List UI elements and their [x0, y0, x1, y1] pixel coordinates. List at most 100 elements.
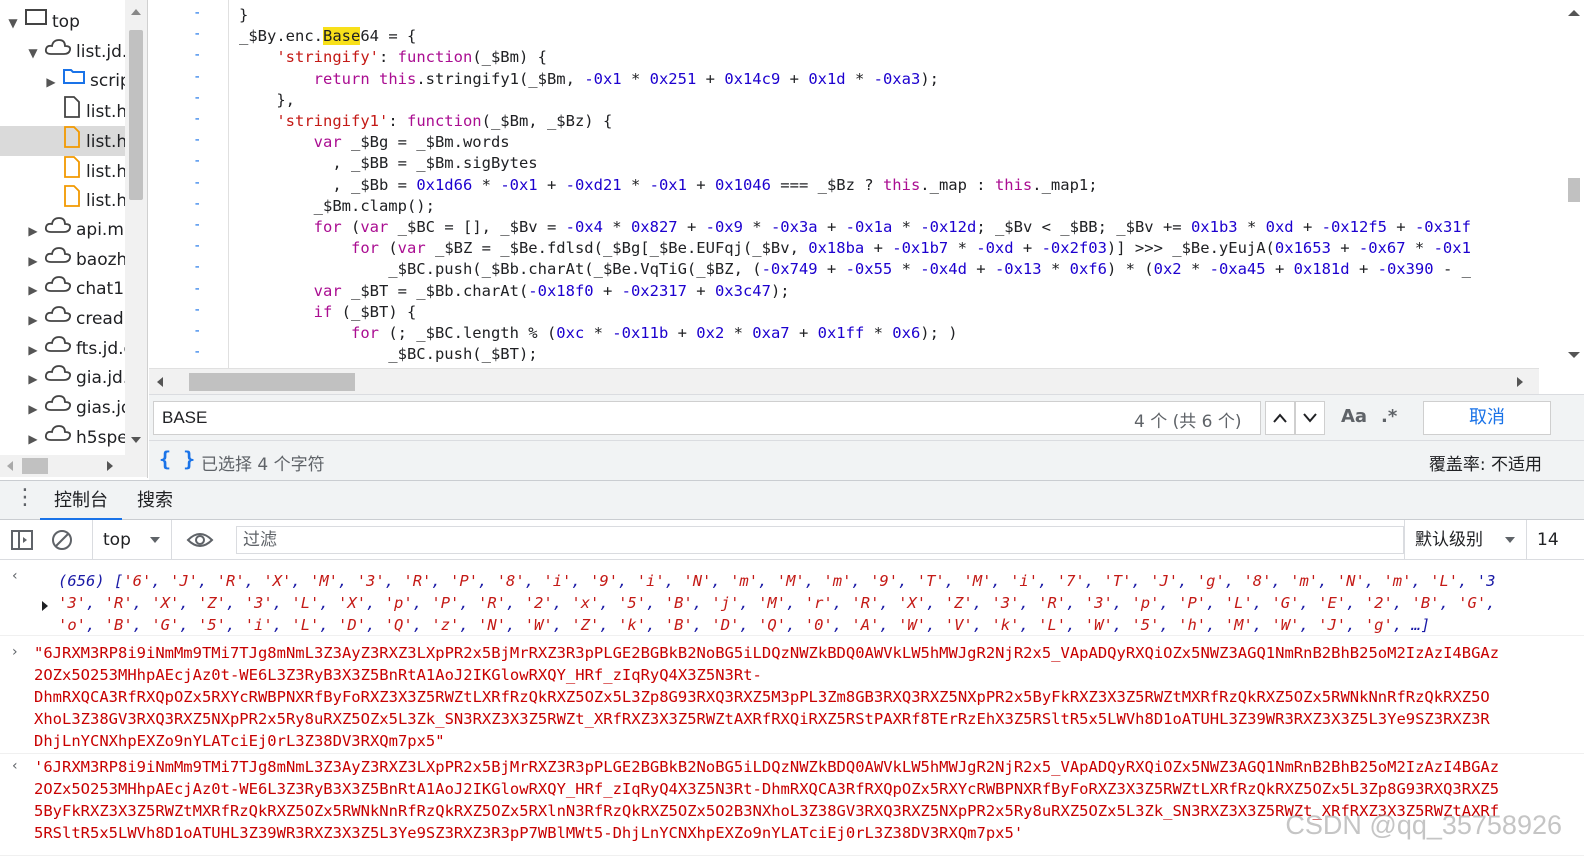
- tree-item[interactable]: ▶ scrip: [0, 66, 131, 97]
- file-tree: ▼ top ▼ list.jd.c ▶ scrip list.h list.h list.h li…: [0, 0, 148, 478]
- collapsed-arrow-icon[interactable]: ▶: [26, 216, 40, 246]
- match-case-button[interactable]: Aa: [1341, 406, 1367, 427]
- expanded-arrow-icon[interactable]: ▼: [26, 38, 40, 68]
- scroll-up-icon[interactable]: [130, 8, 142, 16]
- tab-console[interactable]: 控制台: [40, 481, 122, 521]
- code-line: return this.stringify1(_$Bm, -0x1 * 0x25…: [313, 69, 939, 88]
- watermark: CSDN @qq_35758926: [1285, 810, 1562, 840]
- tree-item[interactable]: ▶ fts.jd.c: [0, 334, 133, 365]
- eye-icon[interactable]: [186, 528, 214, 552]
- tree-item[interactable]: list.h: [0, 125, 128, 158]
- expanded-arrow-icon[interactable]: ▼: [6, 8, 20, 38]
- collapsed-arrow-icon[interactable]: ▶: [26, 335, 40, 365]
- tree-scroll-thumb[interactable]: [129, 30, 143, 200]
- tree-item-label: top: [52, 12, 80, 32]
- code-line: 'stringify1': function(_$Bm, _$Bz) {: [276, 112, 613, 130]
- script-file-icon: [62, 155, 82, 188]
- tree-item-label: chat1.: [76, 279, 130, 300]
- scroll-right-icon[interactable]: [106, 460, 114, 472]
- tree-item[interactable]: ▶ chat1.: [0, 274, 130, 305]
- scroll-left-icon[interactable]: [6, 460, 14, 472]
- scroll-up-icon[interactable]: [1566, 8, 1582, 18]
- tree-item[interactable]: ▶ gias.jd: [0, 393, 132, 424]
- tree-item[interactable]: ▶ baozh: [0, 245, 127, 276]
- issues-count[interactable]: 14: [1526, 520, 1584, 560]
- console-message-array[interactable]: ‹ (656) ['6', 'J', 'R', 'X', 'M', '3', '…: [0, 564, 1584, 636]
- code-line: _$By.enc.Base64 = {: [239, 27, 417, 46]
- code-line: _$BC.push(_$Bb.charAt(_$Be.VqTiG(_$BZ, (…: [239, 260, 1471, 279]
- line-gutter: - - - - - - - - - - - - - - - - -: [149, 0, 229, 368]
- code-line: }: [239, 6, 249, 24]
- expand-arrow-icon[interactable]: [40, 600, 50, 612]
- prev-match-button[interactable]: [1265, 401, 1295, 435]
- selection-info: 已选择 4 个字符: [201, 455, 325, 475]
- input-arrow-icon: ›: [12, 644, 18, 660]
- dropdown-arrow-icon: [1505, 537, 1515, 543]
- collapsed-arrow-icon[interactable]: ▶: [44, 67, 58, 97]
- tree-hscroll-thumb[interactable]: [22, 458, 48, 474]
- tree-item[interactable]: ▶ h5spe: [0, 423, 128, 454]
- line-marker: -: [193, 280, 202, 297]
- tree-item[interactable]: ▶ cread.: [0, 304, 129, 335]
- chevron-up-icon: [1273, 413, 1287, 423]
- editor-scroll-thumb[interactable]: [1568, 178, 1580, 202]
- code-editor[interactable]: - - - - - - - - - - - - - - - - - } _$By.enc.Base64 = { '…: [149, 0, 1584, 368]
- filter-input[interactable]: 过滤: [236, 526, 1404, 554]
- collapsed-arrow-icon[interactable]: ▶: [26, 275, 40, 305]
- collapsed-arrow-icon[interactable]: ▶: [26, 246, 40, 276]
- line-marker: -: [193, 259, 202, 276]
- code-line: , _$BB = _$Bm.sigBytes: [239, 154, 538, 173]
- tree-horizontal-scrollbar[interactable]: [0, 455, 147, 477]
- log-level-select[interactable]: 默认级别: [1404, 520, 1524, 560]
- tree-item[interactable]: ▼ list.jd.c: [0, 37, 137, 68]
- cancel-button[interactable]: 取消: [1423, 401, 1551, 435]
- search-input[interactable]: BASE: [153, 401, 1261, 435]
- tree-item-label: list.h: [86, 131, 128, 152]
- line-marker: -: [193, 111, 202, 127]
- clear-console-icon[interactable]: [50, 528, 76, 552]
- sidebar-toggle-icon[interactable]: [10, 528, 36, 552]
- code-line: for (; _$BC.length % (0xc * -0x11b + 0x2…: [350, 324, 958, 342]
- tree-item[interactable]: ▶ gia.jd.: [0, 363, 128, 394]
- tree-vertical-scrollbar[interactable]: [125, 0, 147, 455]
- tree-item[interactable]: ▶ api.m.: [0, 215, 129, 246]
- context-select[interactable]: top: [92, 520, 172, 560]
- collapsed-arrow-icon[interactable]: ▶: [26, 364, 40, 394]
- editor-vertical-scrollbar[interactable]: [1536, 0, 1584, 368]
- result-arrow-icon: ‹: [12, 758, 18, 774]
- scroll-down-icon[interactable]: [1566, 350, 1582, 360]
- cloud-icon: [44, 393, 72, 423]
- tree-item-label: h5spe: [76, 427, 128, 448]
- tree-item[interactable]: list.h: [0, 185, 127, 215]
- code-area[interactable]: } _$By.enc.Base64 = { 'stringify': functi…: [239, 0, 1529, 368]
- result-arrow-icon: ‹: [12, 568, 18, 584]
- collapsed-arrow-icon[interactable]: ▶: [26, 305, 40, 335]
- tree-item[interactable]: list.h: [0, 155, 127, 188]
- folder-icon: [62, 66, 86, 96]
- dropdown-arrow-icon: [150, 537, 160, 543]
- console-message-string[interactable]: › "6JRXM3RP8i9iNmMm9TMi7TJg8mNmL3Z3AyZ3R…: [0, 640, 1584, 754]
- pretty-print-icon[interactable]: { }: [159, 447, 195, 471]
- string-line: DhjLnYCNXhpEXZo9nYLATciEj0rL3Z38DV3RXQm7…: [34, 732, 445, 750]
- line-marker: -: [193, 344, 202, 361]
- collapsed-arrow-icon[interactable]: ▶: [26, 394, 40, 424]
- drawer-menu-icon[interactable]: ⋮: [14, 485, 36, 510]
- script-file-icon: [62, 125, 82, 158]
- cloud-icon: [44, 304, 72, 334]
- collapsed-arrow-icon[interactable]: ▶: [26, 424, 40, 454]
- scroll-down-icon[interactable]: [130, 436, 142, 444]
- editor-status-bar: { } 已选择 4 个字符 覆盖率: 不适用: [149, 440, 1584, 480]
- string-line: 5RSltR5x5LWVh8D1oATUHL3Z39WR3RXZ3X3Z5L3Y…: [34, 824, 1024, 842]
- code-line: 'stringify': function(_$Bm) {: [276, 48, 547, 67]
- tab-search[interactable]: 搜索: [123, 481, 187, 521]
- tree-item[interactable]: ▼ top: [0, 7, 126, 37]
- next-match-button[interactable]: [1295, 401, 1325, 435]
- editor-horizontal-scrollbar[interactable]: [149, 368, 1539, 394]
- tree-item[interactable]: list.h: [0, 96, 127, 126]
- console-toolbar: top 过滤 默认级别 14: [0, 520, 1584, 560]
- console-message-result[interactable]: ‹ '6JRXM3RP8i9iNmMm9TMi7TJg8mNmL3Z3AyZ3R…: [0, 756, 1584, 856]
- editor-hscroll-thumb[interactable]: [189, 373, 355, 391]
- regex-button[interactable]: .*: [1381, 406, 1397, 427]
- scroll-left-icon[interactable]: [155, 376, 165, 388]
- scroll-right-icon[interactable]: [1515, 376, 1525, 388]
